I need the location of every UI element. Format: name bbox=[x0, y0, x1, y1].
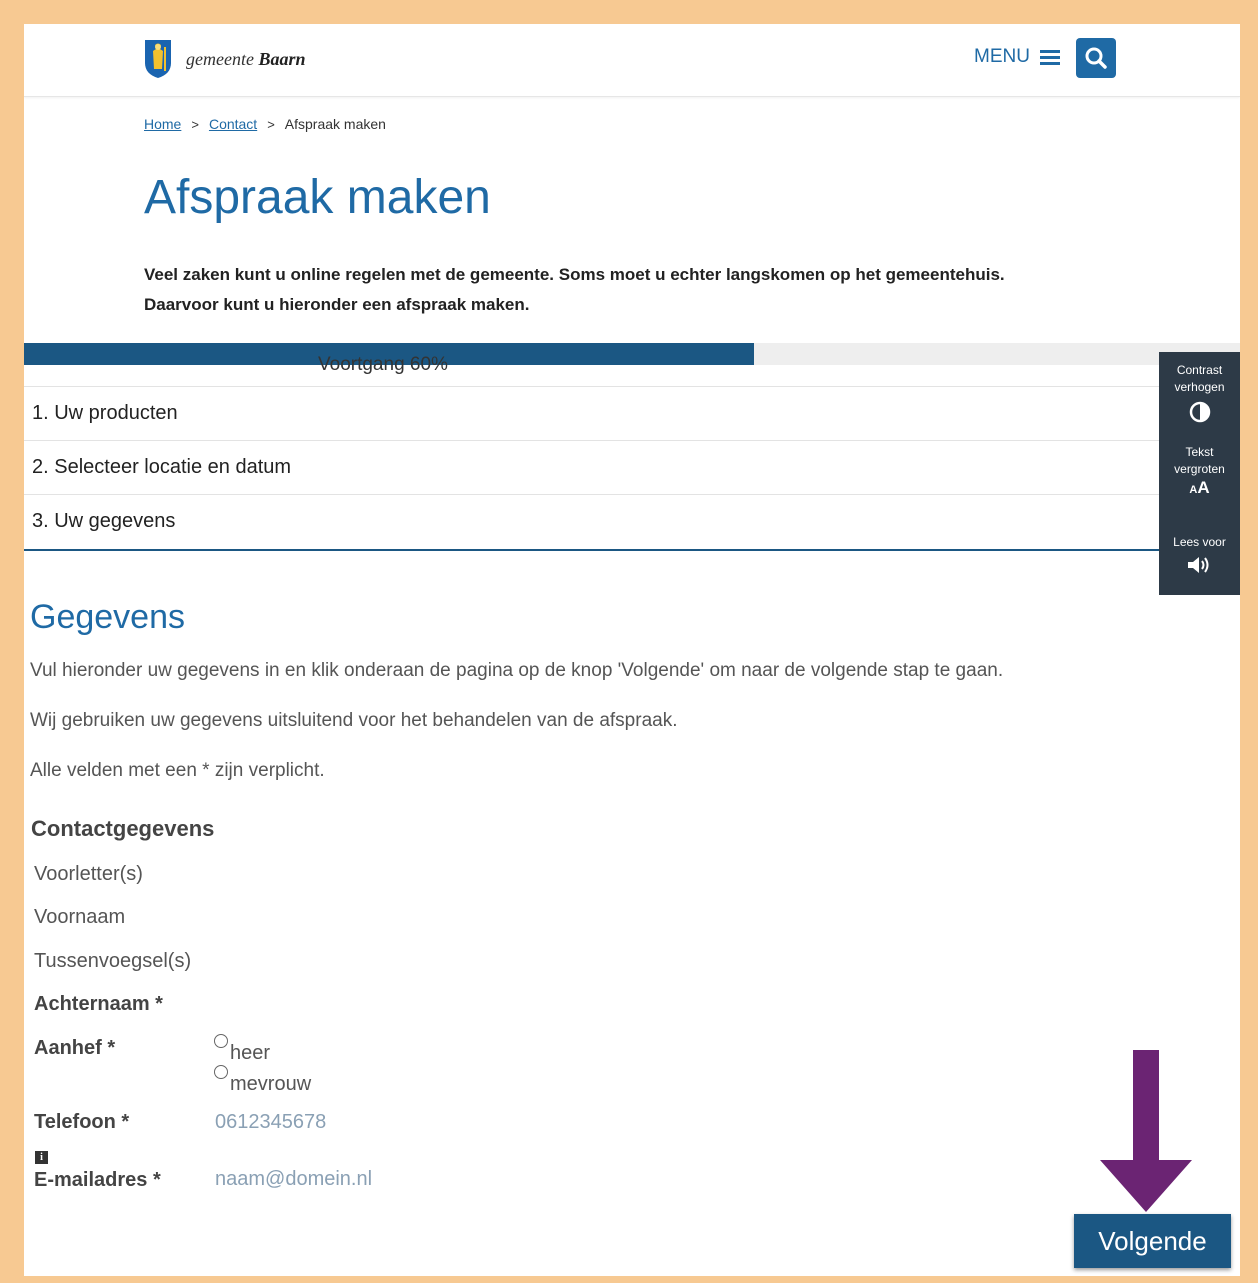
subsection-title: Contactgegevens bbox=[31, 816, 215, 841]
menu-label: MENU bbox=[974, 46, 1030, 67]
intro-line-2: Daarvoor kunt u hieronder een afspraak m… bbox=[144, 295, 530, 314]
radio-button[interactable] bbox=[214, 1065, 228, 1079]
step-products[interactable]: 1. Uw producten bbox=[24, 386, 1160, 440]
contrast-icon bbox=[1189, 401, 1210, 423]
active-step-underline bbox=[24, 549, 1160, 551]
radio-button[interactable] bbox=[214, 1034, 228, 1048]
instruction-text: Vul hieronder uw gegevens in en klik ond… bbox=[30, 660, 1004, 681]
text-size-label-1: Tekst bbox=[1185, 445, 1214, 459]
infix-label: Tussenvoegsel(s) bbox=[34, 950, 192, 972]
firstname-label: Voornaam bbox=[34, 906, 126, 928]
hamburger-icon bbox=[1039, 50, 1060, 65]
site-header: gemeente Baarn MENU bbox=[24, 24, 1240, 97]
speaker-icon bbox=[1187, 557, 1208, 573]
text-size-icon: AA bbox=[1189, 478, 1210, 497]
required-note: Alle velden met een * zijn verplicht. bbox=[30, 760, 325, 781]
contrast-label-1: Contrast bbox=[1176, 363, 1223, 377]
page: gemeente Baarn MENU Home > Contact > Afs… bbox=[24, 24, 1240, 1276]
breadcrumb: Home > Contact > Afspraak maken bbox=[144, 116, 386, 132]
chevron-right-icon: > bbox=[267, 116, 275, 132]
progress-label: Voortgang 60% bbox=[318, 354, 448, 375]
salutation-label: Aanhef * bbox=[34, 1037, 116, 1059]
accessibility-toolbar: Contrast verhogen Tekst vergroten AA Lee… bbox=[1159, 352, 1240, 595]
progress-bar: Voortgang 60% bbox=[24, 343, 1240, 375]
email-input[interactable]: naam@domein.nl bbox=[215, 1168, 372, 1191]
logo[interactable]: gemeente Baarn bbox=[144, 38, 306, 80]
arrow-down-icon bbox=[1100, 1050, 1192, 1212]
text-size-button[interactable]: Tekst vergroten AA bbox=[1159, 444, 1240, 500]
read-aloud-label: Lees voor bbox=[1173, 535, 1226, 549]
lastname-label: Achternaam * bbox=[34, 993, 163, 1015]
breadcrumb-contact-link[interactable]: Contact bbox=[209, 116, 257, 132]
step-list: 1. Uw producten 2. Selecteer locatie en … bbox=[24, 386, 1160, 548]
breadcrumb-home-link[interactable]: Home bbox=[144, 116, 181, 132]
email-label: E-mailadres * bbox=[34, 1169, 161, 1191]
section-title: Gegevens bbox=[30, 598, 185, 636]
radio-heer[interactable]: heer bbox=[214, 1034, 270, 1065]
phone-input[interactable]: 0612345678 bbox=[215, 1111, 326, 1134]
search-icon bbox=[1085, 47, 1107, 69]
menu-button[interactable]: MENU bbox=[974, 46, 1060, 68]
coat-of-arms-icon bbox=[145, 40, 171, 78]
step-details[interactable]: 3. Uw gegevens bbox=[24, 494, 1160, 548]
intro-line-1: Veel zaken kunt u online regelen met de … bbox=[144, 265, 1005, 284]
page-title: Afspraak maken bbox=[144, 171, 491, 224]
intro-text: Veel zaken kunt u online regelen met de … bbox=[144, 260, 1104, 320]
contrast-label-2: verhogen bbox=[1174, 380, 1225, 394]
phone-label: Telefoon * bbox=[34, 1111, 130, 1133]
radio-heer-label: heer bbox=[230, 1042, 271, 1064]
logo-text: gemeente Baarn bbox=[186, 48, 306, 69]
read-aloud-button[interactable]: Lees voor bbox=[1159, 534, 1240, 582]
radio-mevrouw-label: mevrouw bbox=[230, 1073, 312, 1095]
privacy-text: Wij gebruiken uw gegevens uitsluitend vo… bbox=[30, 710, 678, 731]
step-location-date[interactable]: 2. Selecteer locatie en datum bbox=[24, 440, 1160, 494]
search-button[interactable] bbox=[1076, 38, 1116, 78]
text-size-label-2: vergroten bbox=[1174, 462, 1225, 476]
contrast-button[interactable]: Contrast verhogen bbox=[1159, 362, 1240, 429]
next-button[interactable]: Volgende bbox=[1074, 1214, 1231, 1268]
info-icon[interactable]: i bbox=[35, 1151, 48, 1164]
radio-mevrouw[interactable]: mevrouw bbox=[214, 1065, 311, 1096]
breadcrumb-current: Afspraak maken bbox=[284, 116, 386, 132]
chevron-right-icon: > bbox=[191, 116, 199, 132]
initials-label: Voorletter(s) bbox=[34, 863, 143, 885]
